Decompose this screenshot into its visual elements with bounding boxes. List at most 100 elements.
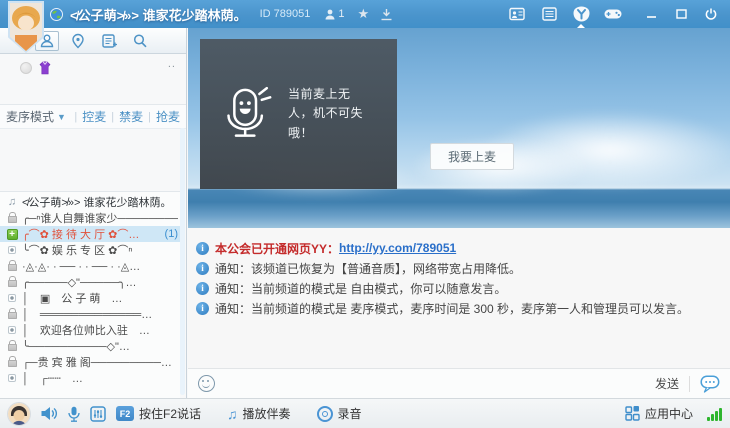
search-icon [132, 33, 148, 49]
join-mic-button[interactable]: 我要上麦 [430, 143, 514, 170]
divider: | [111, 111, 114, 123]
close-power-button[interactable] [702, 6, 720, 22]
channel-type-icon [5, 227, 19, 241]
info-icon: i [196, 262, 209, 275]
channel-info-panel-icon[interactable] [540, 6, 558, 22]
online-count: 1 [338, 8, 344, 20]
tab-search[interactable] [128, 31, 152, 51]
game-center-icon[interactable] [604, 6, 622, 22]
channel-type-icon [5, 355, 19, 369]
message-text: 通知：当前频道的模式是 自由模式，你可以随意发言。 [215, 280, 506, 297]
channel-tree-row[interactable]: ╭─ⁿ谁人自舞谁家少───────────… [0, 210, 180, 226]
chat-area: i 本公会已开通网页YY： http://yy.com/789051 i 通知：… [188, 228, 730, 368]
online-members: 1 [325, 8, 344, 20]
channel-tree-row[interactable]: │ ▣ 公 子 萌 … [0, 290, 180, 306]
push-to-talk-control[interactable]: F2 按住F2说话 [116, 405, 201, 422]
my-avatar[interactable] [8, 403, 30, 425]
channel-name: │ ▣ 公 子 萌 … [22, 290, 178, 306]
record-button[interactable]: 录音 [317, 405, 362, 422]
mic-mode-bar: 麦序模式 ▼ | 控麦 | 禁麦 | 抢麦 [0, 104, 186, 129]
channel-type-icon [5, 275, 19, 289]
message-text: 通知：当前频道的模式是 麦序模式，麦序时间是 300 秒，麦序第一人和管理员可以… [215, 300, 689, 317]
divider: | [148, 111, 151, 123]
chat-message: i 通知：该频道已恢复为【普通音质】，网络带宽占用降低。 [188, 258, 730, 278]
channel-name: ╰──────────◇"… [22, 340, 178, 353]
sidebar-scrollbar[interactable] [180, 128, 185, 395]
message-link[interactable]: http://yy.com/789051 [339, 241, 456, 255]
info-icon: i [196, 302, 209, 315]
channel-tree-row[interactable]: ┌─贵 宾 雅 阁─────────… [0, 354, 180, 370]
channel-tree-row[interactable]: │ 欢迎各位帅比入驻 … [0, 322, 180, 338]
channel-name: │ 欢迎各位帅比入驻 … [22, 322, 178, 338]
channel-name: ┌─贵 宾 雅 阁─────────… [22, 354, 178, 370]
emoticon-picker-icon[interactable] [198, 375, 215, 392]
message-text: 本公会已开通网页YY： [215, 240, 339, 257]
message-text: 通知：该频道已恢复为【普通音质】，网络带宽占用降低。 [215, 260, 521, 277]
tab-channel-list[interactable] [97, 31, 121, 51]
channel-name: │ ═════════════… [22, 306, 178, 322]
channel-tree-row[interactable]: ╰⌒✿ 娱 乐 专 区 ✿⌒ⁿ [0, 242, 180, 258]
mic-control-link[interactable]: 禁麦 [119, 108, 143, 125]
chat-bubble-icon[interactable] [700, 375, 720, 393]
mic-control-link[interactable]: 抢麦 [156, 108, 180, 125]
yy-home-icon[interactable] [572, 6, 590, 22]
empty-mic-text: 当前麦上无人，机不可失哦！ [288, 85, 374, 143]
channel-tree-row[interactable]: ╰──────────◇"… [0, 338, 180, 354]
list-edit-icon [101, 33, 117, 49]
channel-tree-row[interactable]: ╭─────◇"─────╮… [0, 274, 180, 290]
smiling-mic-icon [216, 83, 276, 145]
channel-tree: ≮公子萌≯»> 谁家花少踏林荫。 ╭─ⁿ谁人自舞谁家少───────────… … [0, 191, 180, 398]
app-center-button[interactable]: 应用中心 [625, 405, 693, 422]
chat-messages: i 本公会已开通网页YY： http://yy.com/789051 i 通知：… [188, 238, 730, 318]
status-dot-icon [20, 62, 32, 74]
microphone-icon[interactable] [68, 406, 80, 422]
mic-controls: | 控麦 | 禁麦 | 抢麦 [69, 108, 180, 125]
chevron-down-icon[interactable]: ▼ [57, 112, 66, 122]
network-signal-icon [707, 407, 722, 421]
main-area: 当前麦上无人，机不可失哦！ 我要上麦 ↑ i 本公会已开通网页YY： http:… [188, 28, 730, 398]
mixer-settings-icon[interactable] [90, 406, 106, 422]
push-to-talk-label: 按住F2说话 [139, 405, 201, 422]
channel-tree-row[interactable]: ╭⌒✿ 接 待 大 厅 ✿⌒… (1) [0, 226, 180, 242]
favorite-star-icon[interactable]: ★ [358, 6, 370, 22]
channel-banner: 当前麦上无人，机不可失哦！ 我要上麦 [188, 28, 730, 228]
chat-message: i 通知：当前频道的模式是 自由模式，你可以随意发言。 [188, 278, 730, 298]
channel-title: ≮公子萌≯»> 谁家花少踏林荫。 [70, 5, 247, 24]
info-icon: i [196, 282, 209, 295]
yy-voice-window: ≮公子萌≯»> 谁家花少踏林荫。 ID 789051 1 ★ [0, 0, 730, 428]
play-accompaniment-button[interactable]: ♫ 播放伴奏 [227, 405, 291, 422]
queue-more-label[interactable]: .. [168, 58, 176, 70]
speaker-volume-icon[interactable] [40, 406, 58, 421]
channel-type-icon [5, 339, 19, 353]
member-icon [325, 9, 335, 20]
save-collect-icon[interactable] [380, 8, 393, 21]
channel-tree-row[interactable]: ·◬·◬· · ── · · ── · ·◬… [0, 258, 180, 274]
app-center-label: 应用中心 [645, 405, 693, 422]
channel-type-icon [5, 195, 19, 209]
send-button[interactable]: 发送 [655, 375, 679, 392]
chat-message: i 通知：当前频道的模式是 麦序模式，麦序时间是 300 秒，麦序第一人和管理员… [188, 298, 730, 318]
channel-name: ·◬·◬· · ── · · ── · ·◬… [22, 260, 178, 273]
mic-control-link[interactable]: 控麦 [82, 108, 106, 125]
info-icon: i [196, 242, 209, 255]
channel-name: │ ┌┄┄ … [22, 370, 178, 386]
channel-tree-row[interactable]: ≮公子萌≯»> 谁家花少踏林荫。 [0, 194, 180, 210]
record-label: 录音 [338, 405, 362, 422]
app-grid-icon [625, 406, 640, 421]
divider: | [74, 111, 77, 123]
tab-location[interactable] [66, 31, 90, 51]
titlebar: ≮公子萌≯»> 谁家花少踏林荫。 ID 789051 1 ★ [0, 0, 730, 28]
minimize-button[interactable] [642, 6, 660, 22]
mic-mode-label[interactable]: 麦序模式 [6, 108, 54, 125]
channel-name: ╭⌒✿ 接 待 大 厅 ✿⌒… [22, 226, 163, 242]
member-card-icon[interactable] [508, 6, 526, 22]
channel-tree-row[interactable]: │ ┌┄┄ … [0, 370, 180, 386]
maximize-button[interactable] [672, 6, 690, 22]
channel-name: ≮公子萌≯»> 谁家花少踏林荫。 [22, 194, 178, 210]
channel-type-icon [5, 211, 19, 225]
channel-user-count: (1) [165, 228, 178, 240]
channel-type-icon [5, 291, 19, 305]
mic-queue-row[interactable]: .. [0, 54, 186, 80]
channel-tree-row[interactable]: │ ═════════════… [0, 306, 180, 322]
f2-key-icon: F2 [116, 406, 134, 421]
